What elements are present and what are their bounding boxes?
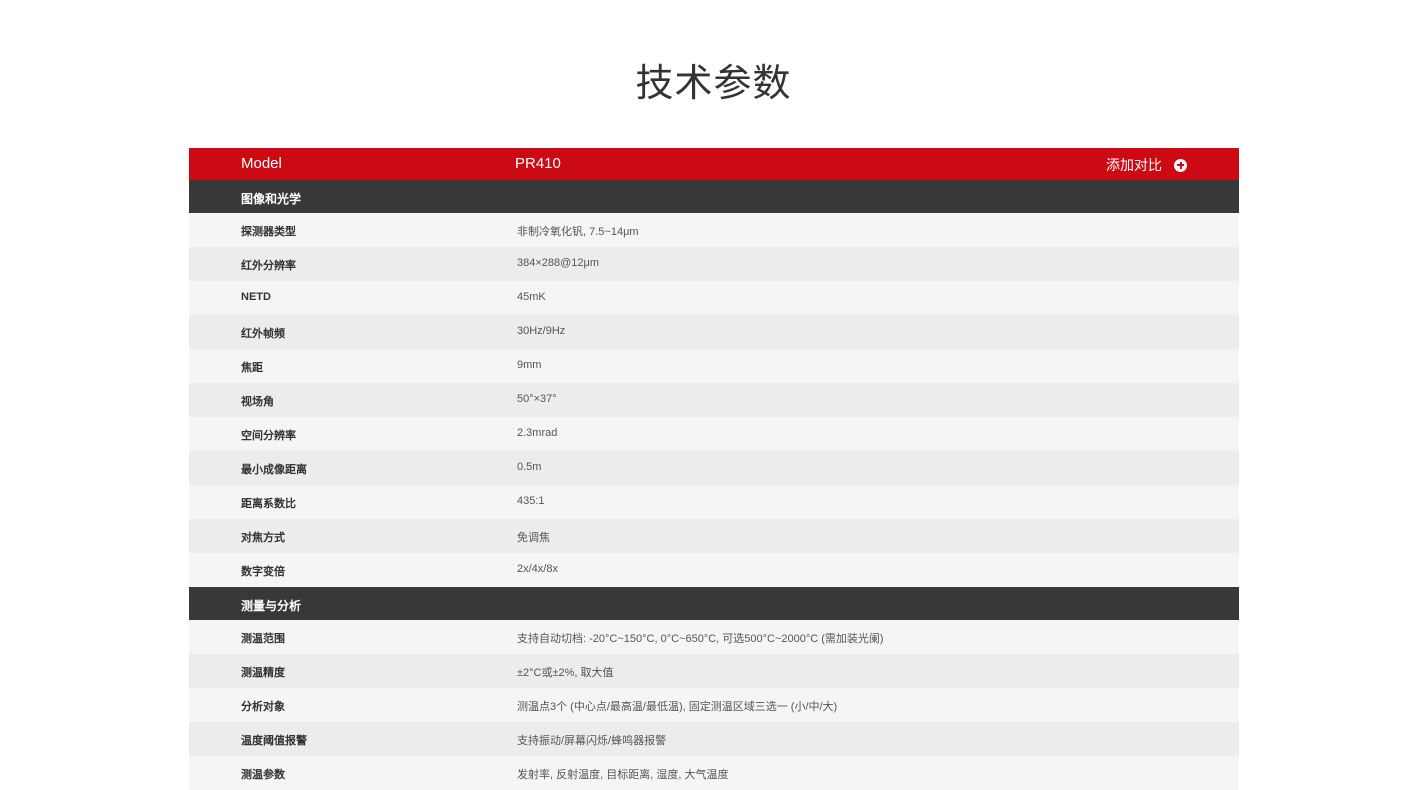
section-title: 图像和光学 [241, 192, 302, 206]
row-label: 红外分辨率 [241, 260, 296, 272]
table-row: 分析对象 测温点3个 (中心点/最高温/最低温), 固定测温区域三选一 (小/中/… [189, 688, 1239, 722]
table-row: 距离系数比 435:1 [189, 485, 1239, 519]
row-label: 数字变倍 [241, 566, 285, 578]
section-header: 测量与分析 [189, 587, 1239, 620]
table-row: 探测器类型 非制冷氧化钒, 7.5~14μm [189, 213, 1239, 247]
row-value: 支持自动切档: -20°C~150°C, 0°C~650°C, 可选500°C~… [517, 633, 884, 645]
model-value: PR410 [515, 155, 561, 172]
section-header: 图像和光学 [189, 180, 1239, 213]
table-row: 对焦方式 免调焦 [189, 519, 1239, 553]
row-value: 发射率, 反射温度, 目标距离, 湿度, 大气温度 [517, 769, 729, 781]
model-label: Model [241, 155, 282, 172]
row-value: 2x/4x/8x [517, 563, 558, 575]
section-rows: 测温范围 支持自动切档: -20°C~150°C, 0°C~650°C, 可选50… [189, 620, 1239, 790]
row-value: 9mm [517, 359, 542, 371]
row-value: 2.3mrad [517, 427, 558, 439]
table-row: 测温范围 支持自动切档: -20°C~150°C, 0°C~650°C, 可选50… [189, 620, 1239, 654]
row-label: 测温精度 [241, 667, 285, 679]
row-value: 测温点3个 (中心点/最高温/最低温), 固定测温区域三选一 (小/中/大) [517, 701, 838, 713]
row-label: NETD [241, 291, 271, 303]
row-label: 距离系数比 [241, 498, 296, 510]
row-value: 0.5m [517, 461, 542, 473]
table-row: 焦距 9mm [189, 349, 1239, 383]
row-label: 空间分辨率 [241, 430, 296, 442]
table-row: 视场角 50°×37° [189, 383, 1239, 417]
row-value: 30Hz/9Hz [517, 325, 566, 337]
row-value: 支持振动/屏幕闪烁/蜂鸣器报警 [517, 735, 667, 747]
table-row: 空间分辨率 2.3mrad [189, 417, 1239, 451]
row-value: ±2°C或±2%, 取大值 [517, 667, 614, 679]
add-compare-button[interactable]: 添加对比 [1106, 155, 1187, 175]
table-row: 温度阈值报警 支持振动/屏幕闪烁/蜂鸣器报警 [189, 722, 1239, 756]
row-value: 45mK [517, 291, 546, 303]
row-label: 对焦方式 [241, 532, 285, 544]
section-image-optics: 图像和光学 探测器类型 非制冷氧化钒, 7.5~14μm 红外分辨率 384×288… [189, 180, 1239, 587]
row-label: 红外帧频 [241, 328, 285, 340]
add-compare-label: 添加对比 [1106, 157, 1162, 173]
table-row: 红外帧频 30Hz/9Hz [189, 315, 1239, 349]
table-row: 测温精度 ±2°C或±2%, 取大值 [189, 654, 1239, 688]
row-value: 50°×37° [517, 393, 557, 405]
row-label: 视场角 [241, 396, 274, 408]
row-label: 测温参数 [241, 769, 285, 781]
table-header-row: Model PR410 添加对比 [189, 148, 1239, 180]
row-value: 435:1 [517, 495, 545, 507]
section-title: 测量与分析 [241, 599, 302, 613]
table-row: 红外分辨率 384×288@12μm [189, 247, 1239, 281]
row-label: 探测器类型 [241, 226, 296, 238]
row-value: 非制冷氧化钒, 7.5~14μm [517, 226, 639, 238]
row-value: 免调焦 [517, 532, 550, 544]
row-label: 焦距 [241, 362, 263, 374]
table-row: 数字变倍 2x/4x/8x [189, 553, 1239, 587]
row-label: 测温范围 [241, 633, 285, 645]
page-title: 技术参数 [635, 61, 792, 105]
row-label: 最小成像距离 [241, 464, 307, 476]
plus-circle-icon[interactable] [1174, 158, 1187, 172]
table-row: 测温参数 发射率, 反射温度, 目标距离, 湿度, 大气温度 [189, 756, 1239, 790]
row-label: 温度阈值报警 [241, 735, 307, 747]
table-row: 最小成像距离 0.5m [189, 451, 1239, 485]
table-row: NETD 45mK [189, 281, 1239, 315]
section-rows: 探测器类型 非制冷氧化钒, 7.5~14μm 红外分辨率 384×288@12μm … [189, 213, 1239, 587]
section-measurement-analysis: 测量与分析 测温范围 支持自动切档: -20°C~150°C, 0°C~650°C… [189, 587, 1239, 790]
row-label: 分析对象 [241, 701, 285, 713]
spec-table: Model PR410 添加对比 图像和光学 探测器类型 非制冷氧化钒, 7.5~… [189, 148, 1239, 790]
row-value: 384×288@12μm [517, 257, 600, 269]
